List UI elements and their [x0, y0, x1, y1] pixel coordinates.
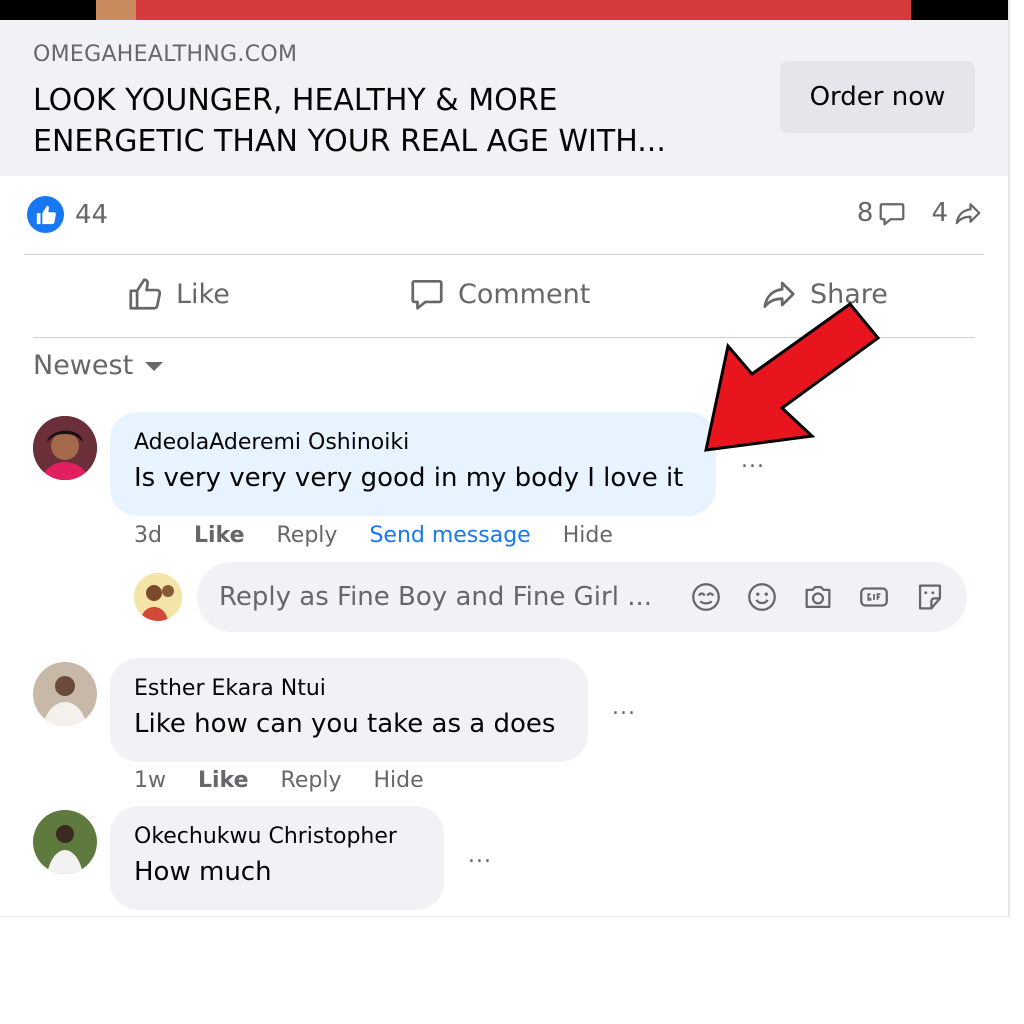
headline-line-1: LOOK YOUNGER, HEALTHY & MORE: [33, 83, 558, 118]
comment-meta: 3d Like Reply Send message Hide: [134, 523, 613, 548]
share-count-link[interactable]: 4: [931, 198, 984, 228]
post-card: OMEGAHEALTHNG.COM LOOK YOUNGER, HEALTHY …: [0, 0, 1010, 917]
comment-hide-link[interactable]: Hide: [373, 768, 423, 793]
sticker-icon[interactable]: [913, 580, 947, 614]
more-options-icon[interactable]: ...: [468, 843, 492, 868]
comment-count: 8: [856, 198, 874, 228]
comment-text: Like how can you take as a does: [134, 709, 556, 739]
comment-author[interactable]: Esther Ekara Ntui: [134, 676, 564, 701]
link-preview[interactable]: OMEGAHEALTHNG.COM LOOK YOUNGER, HEALTHY …: [0, 20, 1008, 176]
comment-author[interactable]: AdeolaAderemi Oshinoiki: [134, 430, 692, 455]
comment-text: Is very very very good in my body I love…: [134, 463, 684, 493]
comment-bubble: AdeolaAderemi Oshinoiki Is very very ver…: [110, 412, 716, 516]
like-button-label: Like: [176, 278, 230, 310]
avatar[interactable]: [33, 662, 97, 726]
comment-count-icon: [880, 203, 905, 226]
link-headline[interactable]: LOOK YOUNGER, HEALTHY & MORE ENERGETIC T…: [33, 80, 753, 162]
headline-line-2: ENERGETIC THAN YOUR REAL AGE WITH...: [33, 124, 666, 159]
comment-bubble: Okechukwu Christopher How much: [110, 806, 444, 910]
comment-bubble: Esther Ekara Ntui Like how can you take …: [110, 658, 588, 762]
like-button[interactable]: Like: [126, 275, 230, 313]
comment-like-link[interactable]: Like: [194, 523, 245, 548]
reply-tools: [689, 580, 947, 614]
reply-placeholder: Reply as Fine Boy and Fine Girl ...: [219, 582, 652, 612]
share-count: 4: [931, 198, 948, 228]
comment-author[interactable]: Okechukwu Christopher: [134, 824, 420, 849]
post-image[interactable]: [0, 0, 1008, 20]
comment-meta: 1w Like Reply Hide: [134, 768, 424, 793]
avatar[interactable]: [33, 416, 97, 480]
comment-reply-link[interactable]: Reply: [281, 768, 342, 793]
comment-sort-dropdown[interactable]: Newest: [33, 350, 165, 381]
engagement-counts: 8 4: [857, 198, 984, 228]
comment-reply-link[interactable]: Reply: [277, 523, 338, 548]
avatar-sticker-icon[interactable]: [689, 580, 723, 614]
share-count-icon: [955, 203, 981, 225]
reply-input[interactable]: Reply as Fine Boy and Fine Girl ...: [197, 562, 967, 632]
send-message-link[interactable]: Send message: [369, 523, 530, 548]
caret-down-icon: [145, 361, 164, 371]
comment-hide-link[interactable]: Hide: [563, 523, 613, 548]
red-arrow-annotation: [704, 301, 881, 452]
comment-icon: [411, 279, 443, 310]
like-reaction-icon: [27, 196, 64, 233]
order-now-button[interactable]: Order now: [780, 61, 975, 133]
avatar: [134, 573, 182, 621]
link-domain: OMEGAHEALTHNG.COM: [33, 42, 298, 67]
comment-timestamp[interactable]: 3d: [134, 523, 162, 548]
reaction-summary[interactable]: 44: [27, 196, 108, 233]
camera-icon[interactable]: [801, 580, 835, 614]
comment-like-link[interactable]: Like: [198, 768, 249, 793]
sort-label: Newest: [33, 350, 134, 381]
reaction-count: 44: [75, 199, 109, 230]
more-options-icon[interactable]: ...: [612, 695, 636, 720]
gif-icon[interactable]: [857, 580, 891, 614]
comment-text: How much: [134, 857, 272, 887]
comment-timestamp[interactable]: 1w: [134, 768, 166, 793]
avatar[interactable]: [33, 810, 97, 874]
divider: [24, 254, 984, 255]
comment-button[interactable]: Comment: [408, 275, 590, 313]
emoji-icon[interactable]: [745, 580, 779, 614]
comment-button-label: Comment: [458, 278, 591, 310]
comment-count-link[interactable]: 8: [857, 198, 908, 228]
thumbs-up-icon: [129, 278, 162, 310]
